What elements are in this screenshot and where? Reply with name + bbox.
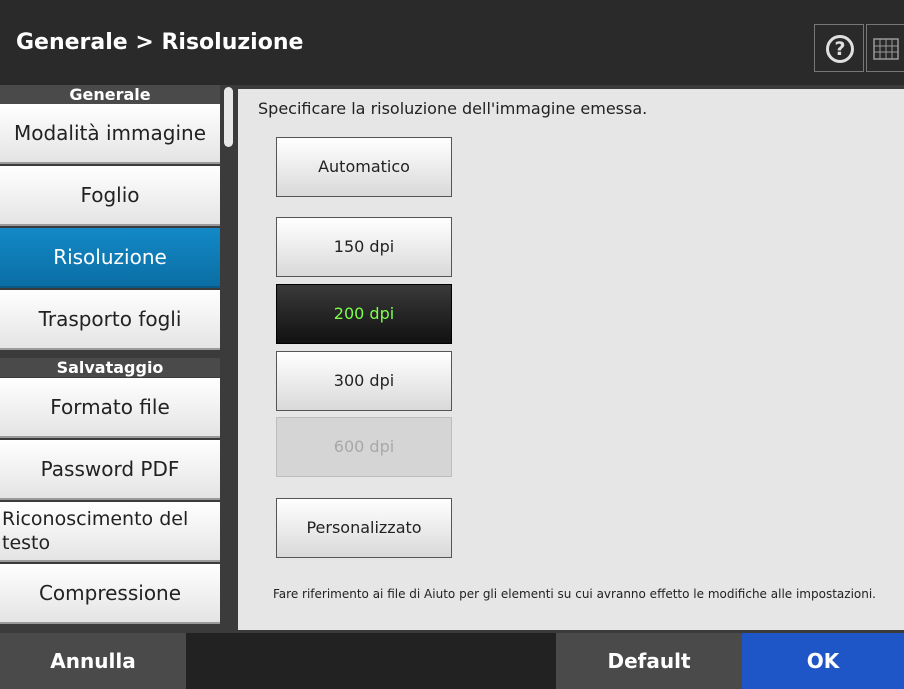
page-title: Generale > Risoluzione [16,30,304,55]
settings-panel: Specificare la risoluzione dell'immagine… [238,89,904,630]
option-300dpi-button[interactable]: 300 dpi [276,351,452,411]
instruction-text: Specificare la risoluzione dell'immagine… [258,99,648,118]
sidebar-item-formato-file[interactable]: Formato file [0,378,220,438]
option-automatico-button[interactable]: Automatico [276,137,452,197]
keyboard-icon [873,38,899,60]
sidebar-item-trasporto-fogli[interactable]: Trasporto fogli [0,290,220,350]
keyboard-button[interactable] [866,24,904,72]
cancel-button[interactable]: Annulla [0,633,186,689]
option-200dpi-button[interactable]: 200 dpi [276,284,452,344]
option-150dpi-button[interactable]: 150 dpi [276,217,452,277]
help-icon: ? [826,35,854,63]
sidebar-item-riconoscimento-testo[interactable]: Riconoscimento del testo [0,502,220,562]
footer-bar: Annulla Default OK [0,633,904,689]
sidebar-item-password-pdf[interactable]: Password PDF [0,440,220,500]
ok-button[interactable]: OK [742,633,904,689]
sidebar-scrollbar[interactable] [222,85,236,633]
sidebar-item-foglio[interactable]: Foglio [0,166,220,226]
main-area: Specificare la risoluzione dell'immagine… [236,85,904,633]
sidebar-item-risoluzione[interactable]: Risoluzione [0,228,220,288]
scrollbar-thumb[interactable] [224,87,233,147]
section-header-generale: Generale [0,85,220,104]
sidebar: Generale Modalità immagine Foglio Risolu… [0,85,236,633]
default-button[interactable]: Default [556,633,742,689]
sidebar-item-compressione[interactable]: Compressione [0,564,220,624]
sidebar-item-modalita-immagine[interactable]: Modalità immagine [0,104,220,164]
option-600dpi-button: 600 dpi [276,417,452,477]
help-note: Fare riferimento ai file di Aiuto per gl… [273,587,876,601]
title-bar: Generale > Risoluzione ? [0,0,904,85]
option-personalizzato-button[interactable]: Personalizzato [276,498,452,558]
help-button[interactable]: ? [814,24,864,72]
section-header-salvataggio: Salvataggio [0,358,220,377]
